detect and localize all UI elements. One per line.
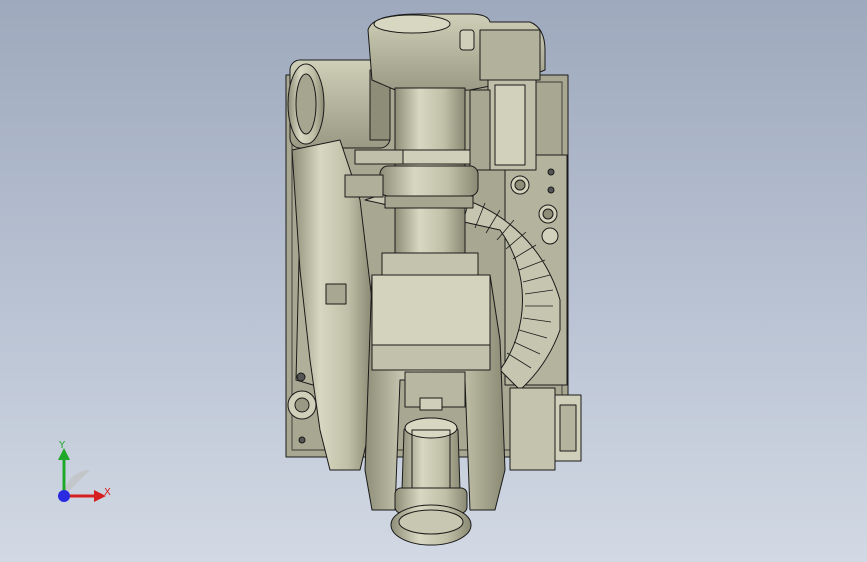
cad-viewport[interactable]: X Y [0,0,867,562]
wrist-box [509,387,556,471]
axis-x-arrow [64,490,106,502]
axis-z-dot [58,490,70,502]
robot-arm-model[interactable] [0,0,867,562]
axis-x-label: X [104,487,111,498]
coordinate-triad: X Y [44,436,124,516]
axis-y-label: Y [59,440,66,451]
